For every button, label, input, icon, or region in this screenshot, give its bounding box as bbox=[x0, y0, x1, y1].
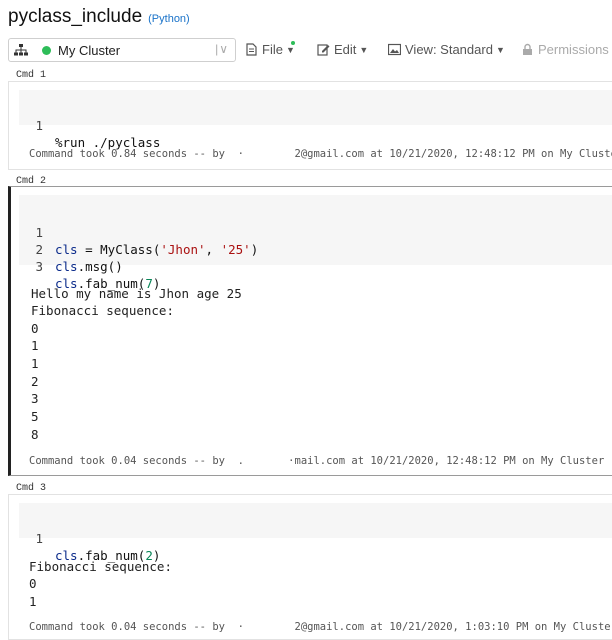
view-menu-label: View: Standard bbox=[405, 42, 493, 57]
output-line: 5 bbox=[31, 409, 39, 424]
notebook-toolbar: My Cluster |∨ File ▼ Edit ▼ View: Standa… bbox=[0, 36, 612, 64]
line-number: 3 bbox=[35, 259, 43, 274]
output-line: Fibonacci sequence: bbox=[29, 559, 172, 574]
caret-down-icon: ▼ bbox=[285, 44, 295, 55]
cluster-status-icon bbox=[42, 45, 51, 55]
output-line: 8 bbox=[31, 427, 39, 442]
cluster-tree-icon bbox=[14, 44, 28, 56]
line-number: 1 bbox=[35, 118, 43, 133]
code-editor[interactable]: 1 cls = MyClass('Jhon', '25') 2 cls.msg(… bbox=[19, 195, 612, 291]
output-line: 2 bbox=[31, 374, 39, 389]
output-line: 3 bbox=[31, 391, 39, 406]
permissions-label: Permissions bbox=[538, 42, 609, 57]
code-line: 1 %run ./pyclass bbox=[19, 100, 160, 150]
caret-down-icon: ▼ bbox=[495, 44, 505, 55]
output-line: 1 bbox=[31, 356, 39, 371]
command-footer: Command took 0.04 seconds -- by . ·mail.… bbox=[29, 455, 605, 467]
code-line: 2 cls.msg() bbox=[19, 224, 122, 274]
file-icon bbox=[246, 43, 257, 56]
permissions-button[interactable]: Permissions bbox=[521, 42, 609, 57]
code-editor[interactable]: 1 %run ./pyclass bbox=[19, 90, 612, 150]
notebook-cell[interactable]: 1 cls.fab_num(2) Fibonacci sequence: 0 1… bbox=[8, 494, 612, 640]
notification-dot-icon bbox=[291, 41, 295, 45]
image-icon bbox=[388, 43, 401, 56]
code-editor[interactable]: 1 cls.fab_num(2) bbox=[19, 503, 612, 563]
notebook-cell[interactable]: 1 %run ./pyclass Command took 0.84 secon… bbox=[8, 81, 612, 170]
code-line: 1 cls.fab_num(2) bbox=[19, 513, 160, 563]
cluster-selector[interactable]: My Cluster |∨ bbox=[8, 38, 236, 62]
edit-menu[interactable]: Edit ▼ bbox=[317, 42, 368, 57]
notebook-header: pyclass_include (Python) bbox=[8, 6, 190, 32]
cluster-name: My Cluster bbox=[58, 42, 121, 58]
output-line: 1 bbox=[29, 594, 37, 609]
line-number: 1 bbox=[35, 531, 43, 546]
chevron-down-icon[interactable]: |∨ bbox=[215, 42, 229, 56]
cell-label: Cmd 1 bbox=[16, 70, 47, 81]
command-footer: Command took 0.84 seconds -- by · 2@gmai… bbox=[29, 148, 612, 160]
code-line: 1 cls = MyClass('Jhon', '25') bbox=[19, 207, 258, 257]
output-line: 0 bbox=[29, 576, 37, 591]
output-line: Fibonacci sequence: bbox=[31, 303, 174, 318]
view-menu[interactable]: View: Standard ▼ bbox=[388, 42, 505, 57]
cell-label: Cmd 3 bbox=[16, 483, 47, 494]
output-line: Hello my name is Jhon age 25 bbox=[31, 286, 242, 301]
language-link[interactable]: (Python) bbox=[148, 13, 190, 25]
file-menu[interactable]: File ▼ bbox=[245, 42, 295, 57]
caret-down-icon: ▼ bbox=[359, 44, 369, 55]
lock-icon bbox=[523, 43, 532, 55]
code-text: cls.msg() bbox=[55, 259, 123, 274]
output-line: 0 bbox=[31, 321, 39, 336]
output-line: 1 bbox=[31, 338, 39, 353]
command-footer: Command took 0.04 seconds -- by · 2@gmai… bbox=[29, 621, 612, 633]
notebook-cell-active[interactable]: 1 cls = MyClass('Jhon', '25') 2 cls.msg(… bbox=[8, 186, 612, 476]
edit-menu-label: Edit bbox=[334, 42, 357, 57]
notebook-title[interactable]: pyclass_include bbox=[8, 6, 142, 28]
code-line: 3 cls.fab_num(7) bbox=[19, 241, 160, 291]
code-text: cls = MyClass('Jhon', '25') bbox=[55, 242, 259, 257]
file-menu-label: File bbox=[262, 42, 283, 57]
edit-icon bbox=[317, 44, 330, 56]
